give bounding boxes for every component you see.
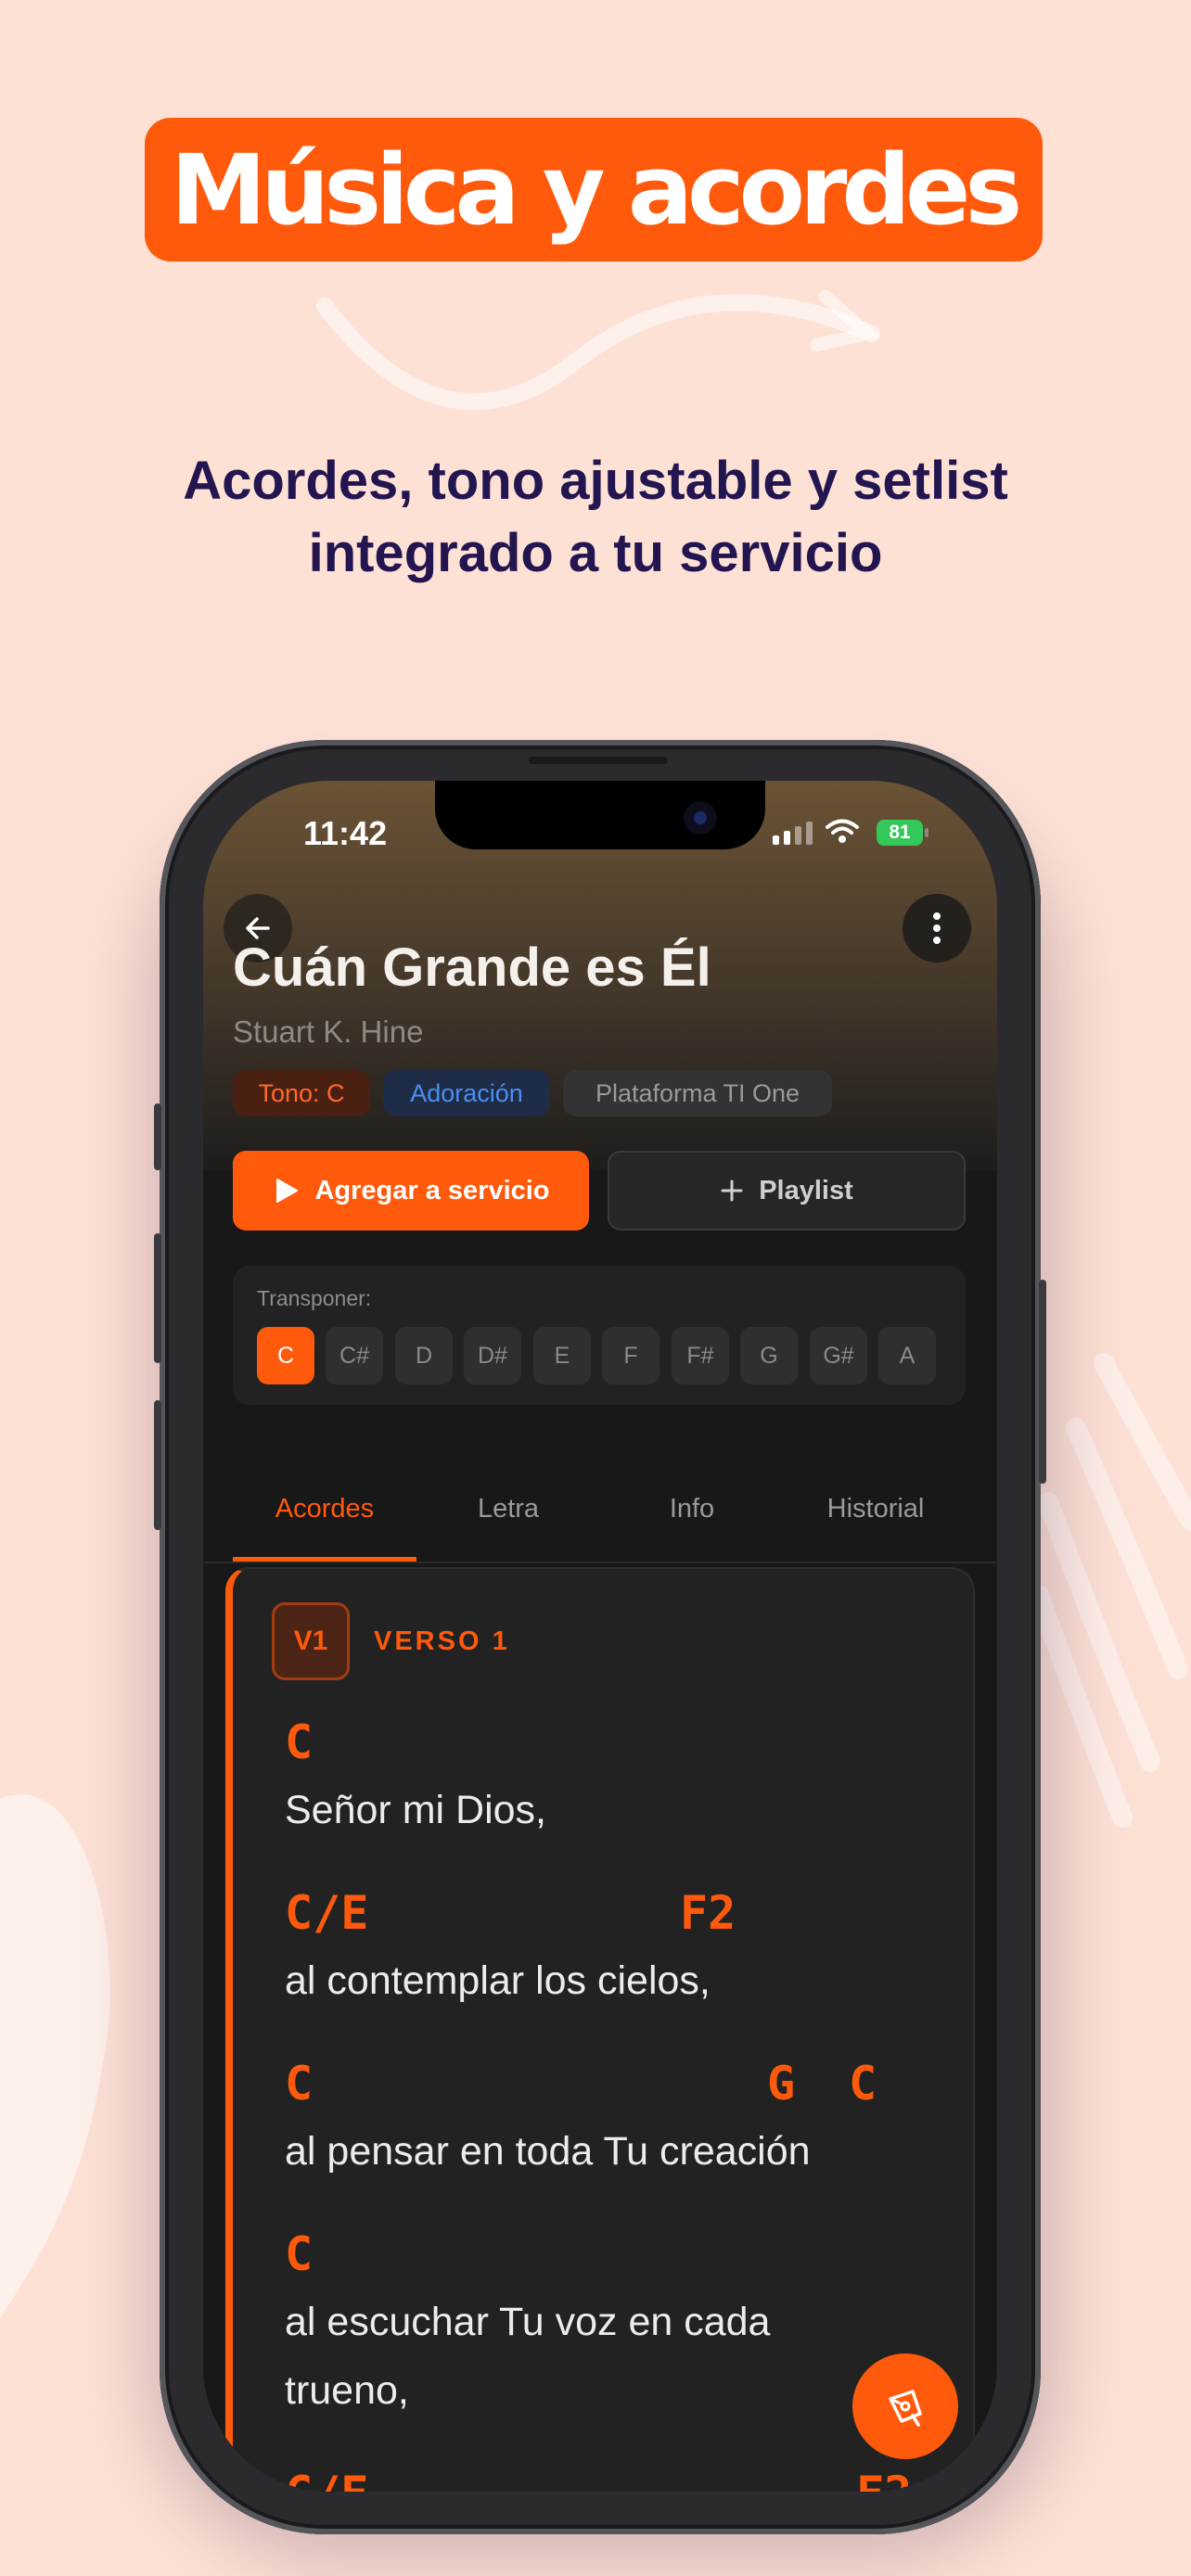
front-camera <box>684 801 717 835</box>
subtitle-line-2: integrado a tu servicio <box>308 523 883 583</box>
pen-tool-icon <box>889 2390 922 2427</box>
key-option-f[interactable]: F <box>602 1327 660 1384</box>
platform-tag: Plataforma TI One <box>563 1070 832 1116</box>
wifi-icon <box>826 819 859 843</box>
chord: F2 <box>856 2467 912 2492</box>
section-badge: V1 <box>272 1602 350 1680</box>
headline-text: Música y acordes <box>170 133 1023 247</box>
transposer-label: Transponer: <box>257 1286 372 1310</box>
chord: C <box>285 1715 314 1769</box>
key-option-a[interactable]: A <box>878 1327 936 1384</box>
key-option-e[interactable]: E <box>533 1327 591 1384</box>
edit-fab-button[interactable] <box>852 2353 958 2459</box>
lyric-line: al escuchar Tu voz en cada <box>285 2300 771 2344</box>
transposer-panel: Transponer: C C# D D# E F F# G G# A <box>233 1266 966 1405</box>
chord: F2 <box>680 1886 736 1940</box>
key-option-g[interactable]: G <box>740 1327 798 1384</box>
song-title: Cuán Grande es Él <box>233 937 711 998</box>
playlist-label: Playlist <box>759 1175 853 1205</box>
lyric-line: al pensar en toda Tu creación <box>285 2129 811 2174</box>
headline-subtitle: Acordes, tono ajustable y setlist integr… <box>111 445 1080 590</box>
plus-icon <box>721 1180 743 1202</box>
lyric-line: Señor mi Dios, <box>285 1788 546 1832</box>
key-option-g-sharp[interactable]: G# <box>810 1327 867 1384</box>
chord: C/E <box>285 2467 368 2492</box>
add-to-service-label: Agregar a servicio <box>314 1175 550 1205</box>
tab-historial[interactable]: Historial <box>784 1458 967 1560</box>
verse-card: V1 VERSO 1 C Señor mi Dios, C/E F2 al co… <box>225 1567 975 2492</box>
phone-volume-up <box>154 1233 161 1363</box>
more-options-button[interactable] <box>903 894 971 963</box>
add-to-service-button[interactable]: Agregar a servicio <box>233 1151 589 1231</box>
category-tag: Adoración <box>383 1070 550 1116</box>
tab-letra[interactable]: Letra <box>416 1458 600 1560</box>
phone-speaker-grille <box>529 757 668 764</box>
tab-info[interactable]: Info <box>600 1458 784 1560</box>
playlist-button[interactable]: Playlist <box>608 1151 966 1231</box>
tab-acordes[interactable]: Acordes <box>233 1458 416 1562</box>
status-time: 11:42 <box>303 814 388 852</box>
key-option-c-sharp[interactable]: C# <box>326 1327 383 1384</box>
battery-indicator: 81 <box>877 820 928 846</box>
headline-banner: Música y acordes <box>145 118 1043 261</box>
battery-level: 81 <box>889 822 911 843</box>
key-option-d-sharp[interactable]: D# <box>464 1327 521 1384</box>
chord: G <box>767 2057 796 2111</box>
more-vertical-icon <box>933 912 941 944</box>
play-icon <box>276 1179 299 1203</box>
chord: C <box>285 2227 314 2281</box>
key-tag: Tono: C <box>233 1070 370 1116</box>
lyric-line-continued: trueno, <box>285 2368 409 2413</box>
phone-screen: 11:42 81 Cuán Grande es Él Stuart K. Hin… <box>203 781 997 2492</box>
cellular-signal-icon <box>773 822 813 845</box>
subtitle-line-1: Acordes, tono ajustable y setlist <box>183 451 1008 511</box>
chord: C <box>849 2057 877 2111</box>
lyric-line: al contemplar los cielos, <box>285 1958 711 2003</box>
key-option-d[interactable]: D <box>395 1327 453 1384</box>
chord: C/E <box>285 1886 369 1940</box>
phone-mute-switch <box>154 1103 161 1170</box>
song-tabs: Acordes Letra Info Historial <box>203 1458 997 1563</box>
key-option-c[interactable]: C <box>257 1327 314 1384</box>
key-option-f-sharp[interactable]: F# <box>672 1327 729 1384</box>
song-artist: Stuart K. Hine <box>233 1014 424 1049</box>
phone-power-button <box>1039 1280 1046 1484</box>
phone-volume-down <box>154 1400 161 1530</box>
section-title: VERSO 1 <box>374 1626 510 1656</box>
chord: C <box>285 2057 314 2111</box>
dynamic-notch <box>435 781 765 849</box>
